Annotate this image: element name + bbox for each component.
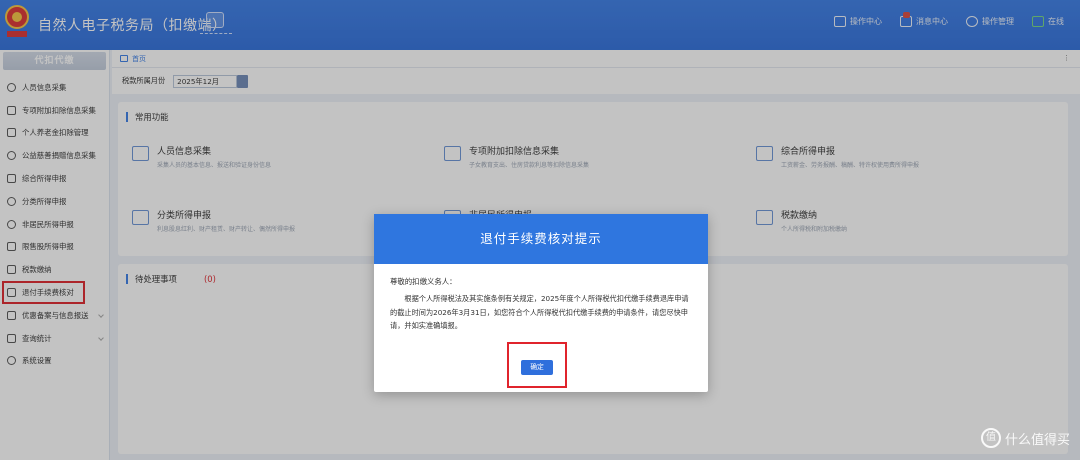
highlight-box: 确定 <box>507 342 567 388</box>
dialog-body: 根据个人所得税法及其实施条例有关规定，2025年度个人所得税代扣代缴手续费退库申… <box>390 294 689 331</box>
dialog-title: 退付手续费核对提示 <box>374 214 708 264</box>
watermark: 值 什么值得买 <box>980 428 1070 448</box>
fee-refund-dialog: 退付手续费核对提示 尊敬的扣缴义务人： 根据个人所得税法及其实施条例有关规定，2… <box>374 214 708 392</box>
watermark-logo-icon: 值 <box>980 428 1001 448</box>
dialog-greeting: 尊敬的扣缴义务人： <box>390 277 457 286</box>
confirm-button[interactable]: 确定 <box>521 360 553 375</box>
watermark-text: 什么值得买 <box>1004 432 1070 448</box>
